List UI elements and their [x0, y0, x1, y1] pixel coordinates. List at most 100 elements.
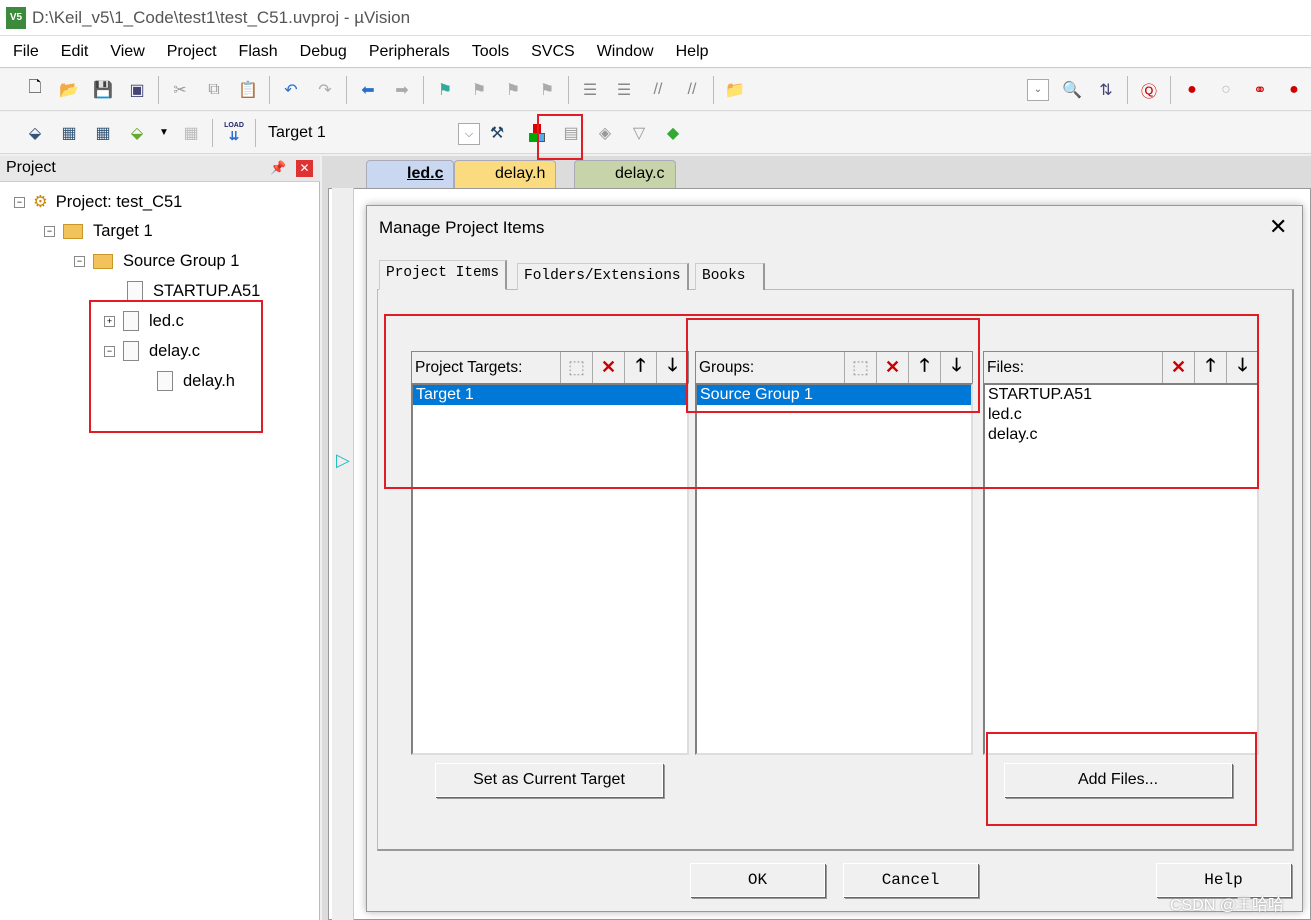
open-folder-icon[interactable]: 📂 — [58, 79, 80, 101]
build-icon[interactable]: ▦ — [58, 122, 80, 144]
menu-peripherals[interactable]: Peripherals — [369, 43, 450, 61]
disable-breakpoint-icon[interactable]: ○ — [1215, 79, 1237, 101]
menu-flash[interactable]: Flash — [239, 43, 278, 61]
menu-debug[interactable]: Debug — [300, 43, 347, 61]
move-up-icon[interactable]: 🡑 — [908, 352, 940, 383]
ok-button[interactable]: OK — [690, 863, 825, 897]
manage-rte-icon[interactable]: ◈ — [594, 122, 616, 144]
move-up-icon[interactable]: 🡑 — [624, 352, 656, 383]
manage-project-items-icon[interactable] — [526, 122, 548, 144]
cancel-button[interactable]: Cancel — [843, 863, 978, 897]
menu-view[interactable]: View — [110, 43, 144, 61]
menu-edit[interactable]: Edit — [61, 43, 89, 61]
undo-icon[interactable]: ↶ — [280, 79, 302, 101]
delete-icon[interactable]: ✕ — [1162, 352, 1194, 383]
incremental-find-icon[interactable]: ⇅ — [1095, 79, 1117, 101]
tree-file-startup[interactable]: STARTUP.A51 — [127, 281, 260, 301]
translate-icon[interactable]: ⬙ — [24, 122, 46, 144]
menu-help[interactable]: Help — [676, 43, 709, 61]
file-icon — [127, 281, 143, 301]
tree-file-delay[interactable]: − delay.c — [104, 341, 200, 361]
tree-file-led[interactable]: + led.c — [104, 311, 184, 331]
close-icon[interactable]: ✕ — [296, 160, 313, 177]
indent-icon[interactable]: ☰ — [579, 79, 601, 101]
tab-books[interactable]: Books — [695, 263, 765, 290]
list-item[interactable]: delay.c — [985, 425, 1257, 445]
redo-icon[interactable]: ↷ — [314, 79, 336, 101]
options-for-target-icon[interactable]: ⚒ — [486, 122, 508, 144]
tree-group[interactable]: − Source Group 1 — [74, 252, 239, 271]
save-icon[interactable]: 💾 — [92, 79, 114, 101]
list-item[interactable]: Target 1 — [413, 385, 687, 405]
paste-icon[interactable]: 📋 — [237, 79, 259, 101]
bookmark-icon[interactable]: ⚑ — [434, 79, 456, 101]
menu-project[interactable]: Project — [167, 43, 217, 61]
kill-breakpoints-icon[interactable]: ● — [1283, 79, 1305, 101]
disable-all-breakpoints-icon[interactable]: ⚭ — [1249, 79, 1271, 101]
move-down-icon[interactable]: 🡓 — [940, 352, 972, 383]
tab-led-c[interactable]: led.c — [366, 160, 455, 188]
tree-project[interactable]: − ⚙ Project: test_C51 — [14, 192, 182, 212]
find-icon[interactable]: 🔍 — [1061, 79, 1083, 101]
close-icon[interactable]: ✕ — [1269, 214, 1287, 240]
select-packs-icon[interactable]: ▤ — [560, 122, 582, 144]
target-select[interactable]: Target 1 ⌵ — [260, 119, 480, 147]
clear-bookmarks-icon[interactable]: ⚑ — [536, 79, 558, 101]
new-group-icon[interactable]: ⬚ — [844, 352, 876, 383]
new-file-icon[interactable]: 🗋 — [24, 79, 46, 101]
cut-icon[interactable]: ✂ — [169, 79, 191, 101]
pin-icon[interactable]: 📌 — [270, 160, 286, 176]
unindent-icon[interactable]: ☰ — [613, 79, 635, 101]
stop-build-icon[interactable]: ▦ — [180, 122, 202, 144]
copy-icon[interactable]: ⧉ — [203, 79, 225, 101]
project-targets-listbox[interactable]: Target 1 — [411, 383, 689, 755]
rebuild-icon[interactable]: ▦ — [92, 122, 114, 144]
collapse-icon[interactable]: − — [104, 345, 115, 357]
run-time-env-icon[interactable]: ◆ — [662, 122, 684, 144]
uncomment-icon[interactable]: // — [681, 79, 703, 101]
list-item[interactable]: Source Group 1 — [697, 385, 971, 405]
tab-delay-h[interactable]: delay.h — [454, 160, 557, 188]
next-bookmark-icon[interactable]: ⚑ — [502, 79, 524, 101]
expand-icon[interactable]: + — [104, 315, 115, 327]
collapse-icon[interactable]: − — [74, 256, 85, 267]
new-target-icon[interactable]: ⬚ — [560, 352, 592, 383]
add-files-button[interactable]: Add Files... — [1004, 763, 1232, 797]
batch-build-icon[interactable]: ⬙ — [126, 122, 148, 144]
files-listbox[interactable]: STARTUP.A51 led.c delay.c — [983, 383, 1259, 755]
groups-listbox[interactable]: Source Group 1 — [695, 383, 973, 755]
debug-session-icon[interactable]: Ⓠ — [1138, 79, 1160, 101]
tree-target[interactable]: − Target 1 — [44, 222, 153, 241]
download-icon[interactable]: LOAD ⇊ — [223, 122, 245, 144]
tree-file-delay-h[interactable]: delay.h — [157, 371, 235, 391]
nav-forward-icon[interactable]: ➡ — [391, 79, 413, 101]
move-up-icon[interactable]: 🡑 — [1194, 352, 1226, 383]
tree-label: STARTUP.A51 — [153, 281, 261, 300]
menu-window[interactable]: Window — [597, 43, 654, 61]
list-item[interactable]: led.c — [985, 405, 1257, 425]
tab-folders-extensions[interactable]: Folders/Extensions — [517, 263, 689, 290]
move-down-icon[interactable]: 🡓 — [1226, 352, 1258, 383]
tab-project-items[interactable]: Project Items — [379, 260, 508, 290]
delete-icon[interactable]: ✕ — [592, 352, 624, 383]
nav-back-icon[interactable]: ⬅ — [357, 79, 379, 101]
pack-installer-icon[interactable]: ▽ — [628, 122, 650, 144]
save-all-icon[interactable]: ▣ — [126, 79, 148, 101]
move-down-icon[interactable]: 🡓 — [656, 352, 688, 383]
find-in-files-icon[interactable]: 📁 — [724, 79, 746, 101]
find-dropdown-icon[interactable]: ⌄ — [1027, 78, 1049, 101]
tab-delay-c[interactable]: delay.c — [574, 160, 676, 188]
menu-file[interactable]: File — [13, 43, 39, 61]
chevron-down-icon[interactable]: ⌵ — [458, 122, 480, 145]
batch-dropdown-icon[interactable]: ▼ — [159, 122, 169, 144]
comment-icon[interactable]: // — [647, 79, 669, 101]
menu-tools[interactable]: Tools — [472, 43, 509, 61]
list-item[interactable]: STARTUP.A51 — [985, 385, 1257, 405]
collapse-icon[interactable]: − — [44, 226, 55, 237]
delete-icon[interactable]: ✕ — [876, 352, 908, 383]
menu-svcs[interactable]: SVCS — [531, 43, 575, 61]
collapse-icon[interactable]: − — [14, 196, 25, 208]
set-current-target-button[interactable]: Set as Current Target — [435, 763, 663, 797]
prev-bookmark-icon[interactable]: ⚑ — [468, 79, 490, 101]
breakpoint-icon[interactable]: ● — [1181, 79, 1203, 101]
